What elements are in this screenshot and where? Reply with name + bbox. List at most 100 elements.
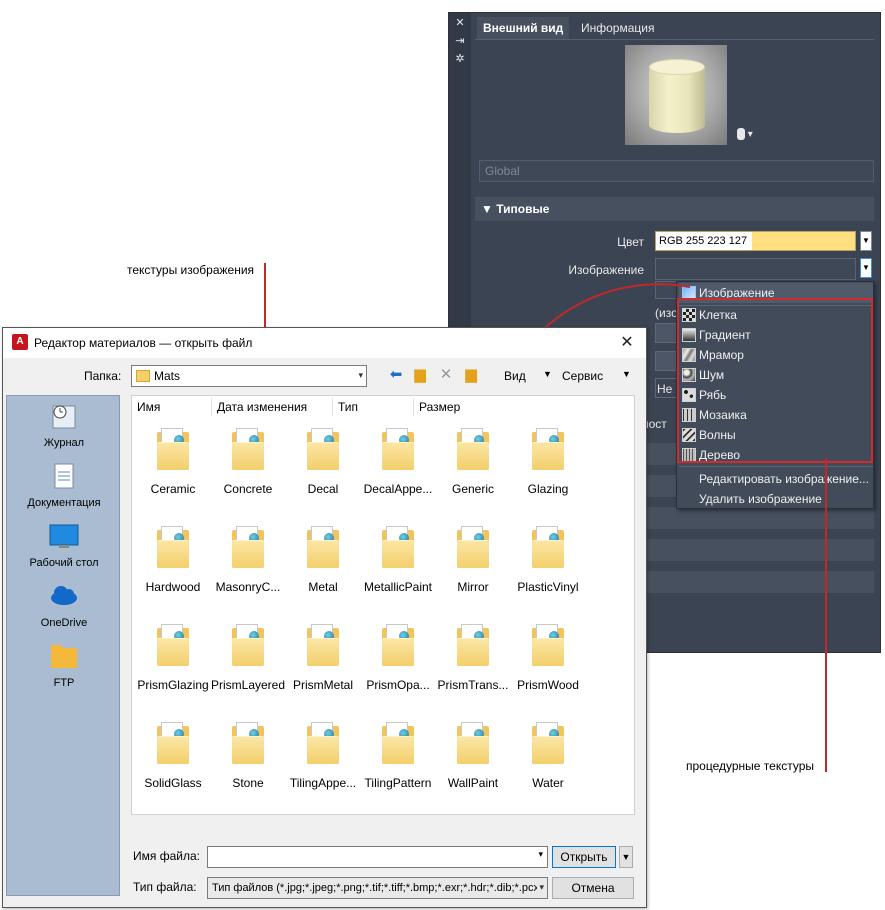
folder-icon	[230, 722, 266, 766]
chevron-down-icon[interactable]: ▼	[543, 369, 552, 379]
place-documents[interactable]: Документация	[7, 462, 121, 509]
file-name: SolidGlass	[144, 776, 202, 790]
place-ftp[interactable]: FTP	[7, 642, 121, 689]
filename-label: Имя файла:	[133, 849, 200, 863]
column-name[interactable]: Имя	[132, 396, 212, 418]
autocad-app-icon: A	[12, 334, 28, 350]
file-item[interactable]: Glazing	[510, 428, 586, 508]
file-item[interactable]: Hardwood	[135, 526, 211, 606]
delete-icon[interactable]: ✕	[436, 365, 456, 383]
color-dropdown-button[interactable]: ▼	[860, 231, 872, 251]
folder-icon	[530, 526, 566, 570]
annotation-line-image-textures	[264, 263, 266, 335]
procedural-textures-highlight	[677, 298, 873, 463]
annotation-line-procedural	[825, 458, 827, 772]
close-icon[interactable]: ✕	[618, 332, 636, 352]
open-options-button[interactable]: ▼	[619, 846, 633, 868]
file-item[interactable]: TilingPattern	[360, 722, 436, 802]
file-item[interactable]: Ceramic	[135, 428, 211, 508]
chevron-down-icon: ▾	[538, 849, 543, 859]
folder-icon	[155, 722, 191, 766]
file-item[interactable]: Stone	[210, 722, 286, 802]
file-item[interactable]: Water	[510, 722, 586, 802]
tab-appearance[interactable]: Внешний вид	[477, 17, 570, 39]
color-field[interactable]: RGB 255 223 127	[655, 231, 856, 251]
cylinder-icon	[737, 128, 745, 141]
close-icon[interactable]: ✕	[454, 17, 466, 29]
file-item[interactable]: PrismOpa...	[360, 624, 436, 704]
material-name-field[interactable]: Global	[479, 160, 874, 182]
file-item[interactable]: MetallicPaint	[360, 526, 436, 606]
file-name: Water	[532, 776, 564, 790]
file-item[interactable]: Generic	[435, 428, 511, 508]
folder-icon	[455, 722, 491, 766]
tab-information[interactable]: Информация	[575, 17, 660, 39]
menu-separator	[679, 466, 873, 467]
image-label: Изображение	[568, 263, 644, 277]
dialog-titlebar: A Редактор материалов — открыть файл ✕	[3, 328, 646, 358]
folder-up-icon[interactable]: ▆	[410, 365, 430, 383]
file-item[interactable]: PrismLayered	[210, 624, 286, 704]
gear-icon[interactable]: ✲	[454, 53, 466, 65]
dialog-title: Редактор материалов — открыть файл	[34, 336, 253, 350]
back-icon[interactable]: ⬅	[386, 365, 406, 383]
chevron-down-icon[interactable]: ▼	[622, 369, 631, 379]
file-item[interactable]: PrismMetal	[285, 624, 361, 704]
folder-icon	[155, 624, 191, 668]
menu-item-edit-image[interactable]: Редактировать изображение...	[679, 469, 873, 489]
file-item[interactable]: PrismTrans...	[435, 624, 511, 704]
material-preview	[625, 45, 727, 145]
folder-label: Папка:	[84, 369, 122, 383]
file-list: Имя Дата изменения Тип Размер Ceramic Con…	[131, 395, 635, 815]
filename-input[interactable]: ▾	[207, 846, 548, 868]
file-name: Concrete	[223, 482, 273, 496]
place-history[interactable]: Журнал	[7, 402, 121, 449]
places-bar: Журнал Документация Рабочий стол OneDriv…	[6, 395, 120, 896]
new-folder-icon[interactable]: ▆	[461, 365, 481, 383]
file-item[interactable]: Metal	[285, 526, 361, 606]
file-item[interactable]: Decal	[285, 428, 361, 508]
file-item[interactable]: DecalAppe...	[360, 428, 436, 508]
folder-combo[interactable]: Mats ▾	[131, 365, 367, 387]
section-generic[interactable]: ▼ Типовые	[475, 197, 874, 221]
file-name: PrismMetal	[292, 678, 353, 692]
column-date[interactable]: Дата изменения	[212, 396, 332, 418]
file-item[interactable]: PrismGlazing	[135, 624, 211, 704]
service-menu[interactable]: Сервис	[562, 369, 603, 383]
column-type[interactable]: Тип	[333, 396, 413, 418]
cancel-button[interactable]: Отмена	[552, 877, 634, 899]
place-desktop[interactable]: Рабочий стол	[7, 522, 121, 569]
view-menu[interactable]: Вид	[504, 369, 526, 383]
glossiness-box[interactable]	[655, 351, 677, 371]
image-dropdown-button[interactable]: ▼	[860, 258, 872, 278]
filetype-combo[interactable]: Тип файлов (*.jpg;*.jpeg;*.png;*.tif;*.t…	[207, 877, 548, 899]
file-item[interactable]: TilingAppe...	[285, 722, 361, 802]
file-item[interactable]: SolidGlass	[135, 722, 211, 802]
preview-cylinder-top	[649, 59, 705, 75]
image-field[interactable]	[655, 258, 856, 280]
menu-item-delete-image[interactable]: Удалить изображение	[679, 489, 873, 509]
place-onedrive[interactable]: OneDrive	[7, 582, 121, 629]
folder-icon	[455, 526, 491, 570]
preview-shape-dropdown[interactable]: ▾	[737, 127, 761, 143]
chevron-down-icon: ▾	[358, 371, 363, 381]
ftp-folder-icon	[51, 645, 77, 668]
place-label: Журнал	[43, 437, 85, 449]
file-item[interactable]: PrismWood	[510, 624, 586, 704]
file-item[interactable]: WallPaint	[435, 722, 511, 802]
autohide-icon[interactable]: ⇥	[454, 35, 466, 47]
file-item[interactable]: PlasticVinyl	[510, 526, 586, 606]
image-fade-box[interactable]	[655, 323, 677, 343]
file-item[interactable]: Mirror	[435, 526, 511, 606]
file-item[interactable]: Concrete	[210, 428, 286, 508]
folder-icon	[455, 428, 491, 472]
file-item[interactable]: MasonryC...	[210, 526, 286, 606]
documents-icon	[54, 463, 74, 489]
folder-icon	[455, 624, 491, 668]
file-name: MetallicPaint	[363, 580, 433, 594]
tab-divider	[475, 39, 874, 40]
file-name: PrismWood	[517, 678, 579, 692]
column-size[interactable]: Размер	[414, 396, 494, 418]
open-button[interactable]: Открыть	[552, 846, 616, 868]
folder-icon	[155, 428, 191, 472]
